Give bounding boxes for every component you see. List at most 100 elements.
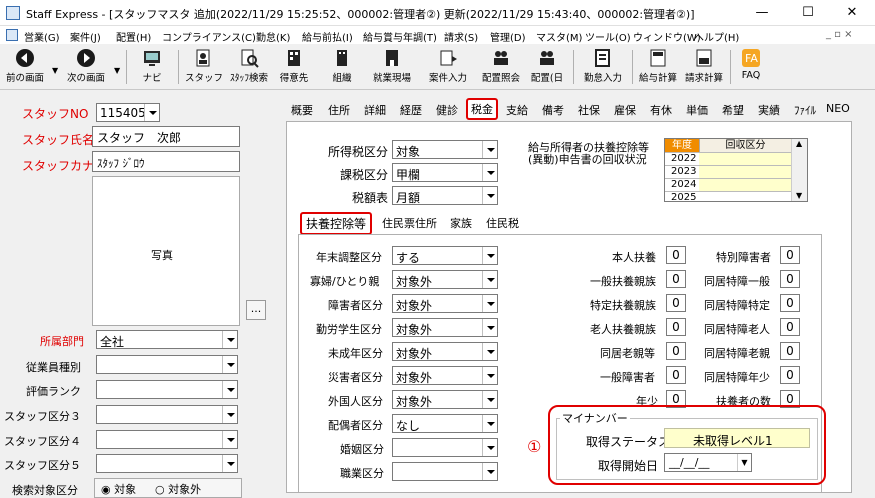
toolbar-placement-daily[interactable]: 配置(日 bbox=[526, 46, 568, 88]
tab-employment-insurance[interactable]: 雇保 bbox=[614, 102, 636, 118]
menu-billing[interactable]: 請求(S) bbox=[444, 29, 478, 44]
tab-career[interactable]: 経歴 bbox=[400, 102, 422, 118]
dep-select-5[interactable]: 対象外 bbox=[392, 366, 498, 385]
employee-type-select[interactable] bbox=[96, 355, 238, 374]
table-scrollbar[interactable]: ▲ ▼ bbox=[791, 139, 807, 201]
menu-jobs[interactable]: 案件(J) bbox=[70, 29, 101, 44]
dep-count-12[interactable]: 0 bbox=[780, 366, 800, 384]
mdi-controls[interactable]: _ ▫ × bbox=[826, 29, 853, 40]
toolbar-navi[interactable]: ナビ bbox=[132, 46, 172, 88]
staff-cat4-select[interactable] bbox=[96, 430, 238, 449]
staff-cat3-select[interactable] bbox=[96, 405, 238, 424]
dep-select-8[interactable] bbox=[392, 438, 498, 457]
tab-detail[interactable]: 詳細 bbox=[364, 102, 386, 118]
menu-window[interactable]: ウィンドウ(W) bbox=[633, 29, 701, 44]
dep-count-0[interactable]: 0 bbox=[666, 246, 686, 264]
dep-count-5[interactable]: 0 bbox=[666, 366, 686, 384]
dep-count-9[interactable]: 0 bbox=[780, 294, 800, 312]
toolbar-staff-search[interactable]: ｽﾀｯﾌ検索 bbox=[226, 46, 272, 88]
radio-target[interactable]: ◉ 対象 bbox=[101, 481, 136, 497]
menu-admin[interactable]: 管理(D) bbox=[490, 29, 526, 44]
toolbar-staff[interactable]: スタッフ bbox=[184, 46, 224, 88]
menu-attendance[interactable]: 勤怠(K) bbox=[256, 29, 290, 44]
tab-payment[interactable]: 支給 bbox=[506, 102, 528, 118]
close-button[interactable]: ✕ bbox=[829, 0, 875, 26]
tab-paid-leave[interactable]: 有休 bbox=[650, 102, 672, 118]
menu-tools[interactable]: ツール(O) bbox=[585, 29, 631, 44]
toolbar-worksite[interactable]: 就業現場 bbox=[366, 46, 418, 88]
tab-family[interactable]: 家族 bbox=[450, 215, 472, 231]
minimize-button[interactable]: — bbox=[739, 0, 785, 26]
year-row-3[interactable]: 2025 bbox=[665, 191, 791, 201]
year-row-1[interactable]: 2023 bbox=[665, 165, 791, 178]
menu-compliance[interactable]: コンプライアンス(C) bbox=[162, 29, 256, 44]
photo-browse-button[interactable]: ... bbox=[246, 300, 266, 320]
dep-count-1[interactable]: 0 bbox=[666, 270, 686, 288]
acquisition-start-date[interactable]: __/__/__ ▼ bbox=[664, 453, 752, 472]
dep-count-10[interactable]: 0 bbox=[780, 318, 800, 336]
toolbar-attendance[interactable]: 勤怠入力 bbox=[578, 46, 628, 88]
toolbar-forward[interactable]: 次の画面 bbox=[62, 46, 110, 88]
staff-kana-field[interactable]: ｽﾀｯﾌ ｼﾞﾛｳ bbox=[92, 151, 240, 172]
year-row-2[interactable]: 2024 bbox=[665, 178, 791, 191]
tab-social-insurance[interactable]: 社保 bbox=[578, 102, 600, 118]
dep-select-4[interactable]: 対象外 bbox=[392, 342, 498, 361]
staff-no-select[interactable]: 115405 bbox=[96, 103, 160, 122]
dept-select[interactable]: 全社 bbox=[96, 330, 238, 349]
dep-count-4[interactable]: 0 bbox=[666, 342, 686, 360]
menu-placement[interactable]: 配置(H) bbox=[116, 29, 151, 44]
staff-cat5-select[interactable] bbox=[96, 454, 238, 473]
dep-select-7[interactable]: なし bbox=[392, 414, 498, 433]
tab-resident-tax[interactable]: 住民税 bbox=[486, 215, 519, 231]
dep-select-6[interactable]: 対象外 bbox=[392, 390, 498, 409]
chevron-down-icon[interactable]: ▼ bbox=[52, 66, 58, 75]
toolbar-client[interactable]: 得意先 bbox=[274, 46, 314, 88]
toolbar-payroll-calc[interactable]: 給与計算 bbox=[636, 46, 680, 88]
menu-master[interactable]: マスタ(M) bbox=[536, 29, 582, 44]
tab-dependent-deduction[interactable]: 扶養控除等 bbox=[300, 212, 373, 235]
dep-count-3[interactable]: 0 bbox=[666, 318, 686, 336]
tab-health[interactable]: 健診 bbox=[436, 102, 458, 118]
tab-overview[interactable]: 概要 bbox=[291, 102, 313, 118]
scroll-down-icon[interactable]: ▼ bbox=[796, 191, 802, 200]
toolbar-job-entry[interactable]: 案件入力 bbox=[422, 46, 474, 88]
menu-advance-pay[interactable]: 給与前払(I) bbox=[302, 29, 353, 44]
chevron-down-icon[interactable]: ▼ bbox=[737, 454, 751, 471]
tax-category-select[interactable]: 甲欄 bbox=[392, 163, 498, 182]
tab-notes[interactable]: 備考 bbox=[542, 102, 564, 118]
tab-address[interactable]: 住所 bbox=[328, 102, 350, 118]
radio-non-target[interactable]: ○ 対象外 bbox=[155, 481, 201, 497]
dep-count-2[interactable]: 0 bbox=[666, 294, 686, 312]
toolbar-organization[interactable]: 組織 bbox=[322, 46, 362, 88]
dep-select-3[interactable]: 対象外 bbox=[392, 318, 498, 337]
dep-select-2[interactable]: 対象外 bbox=[392, 294, 498, 313]
tab-file[interactable]: ﾌｧｲﾙ bbox=[794, 102, 816, 118]
maximize-button[interactable]: ☐ bbox=[785, 0, 831, 26]
menu-sales[interactable]: 営業(G) bbox=[24, 29, 60, 44]
toolbar-faq[interactable]: FA FAQ bbox=[734, 46, 768, 88]
tab-unit-price[interactable]: 単価 bbox=[686, 102, 708, 118]
dep-select-0[interactable]: する bbox=[392, 246, 498, 265]
chevron-down-icon[interactable]: ▼ bbox=[114, 66, 120, 75]
tab-wish[interactable]: 希望 bbox=[722, 102, 744, 118]
tab-neo[interactable]: NEO bbox=[826, 102, 850, 115]
toolbar-billing-calc[interactable]: 請求計算 bbox=[682, 46, 726, 88]
dep-count-11[interactable]: 0 bbox=[780, 342, 800, 360]
menu-payroll[interactable]: 給与賞与年調(T) bbox=[363, 29, 437, 44]
menu-help[interactable]: ヘルプ(H) bbox=[694, 29, 739, 44]
tab-resident-address[interactable]: 住民票住所 bbox=[382, 215, 437, 231]
tax-table-select[interactable]: 月額 bbox=[392, 186, 498, 205]
dep-select-9[interactable] bbox=[392, 462, 498, 481]
rank-select[interactable] bbox=[96, 380, 238, 399]
year-row-0[interactable]: 2022 bbox=[665, 152, 791, 165]
income-tax-select[interactable]: 対象 bbox=[392, 140, 498, 159]
toolbar-placement-inquiry[interactable]: 配置照会 bbox=[476, 46, 526, 88]
toolbar-back[interactable]: 前の画面 bbox=[2, 46, 48, 88]
scroll-up-icon[interactable]: ▲ bbox=[796, 139, 802, 148]
tab-tax[interactable]: 税金 bbox=[466, 98, 498, 120]
staff-name-field[interactable]: スタッフ 次郎 bbox=[92, 126, 240, 147]
dep-select-1[interactable]: 対象外 bbox=[392, 270, 498, 289]
tab-record[interactable]: 実績 bbox=[758, 102, 780, 118]
dep-count-7[interactable]: 0 bbox=[780, 246, 800, 264]
dep-count-8[interactable]: 0 bbox=[780, 270, 800, 288]
